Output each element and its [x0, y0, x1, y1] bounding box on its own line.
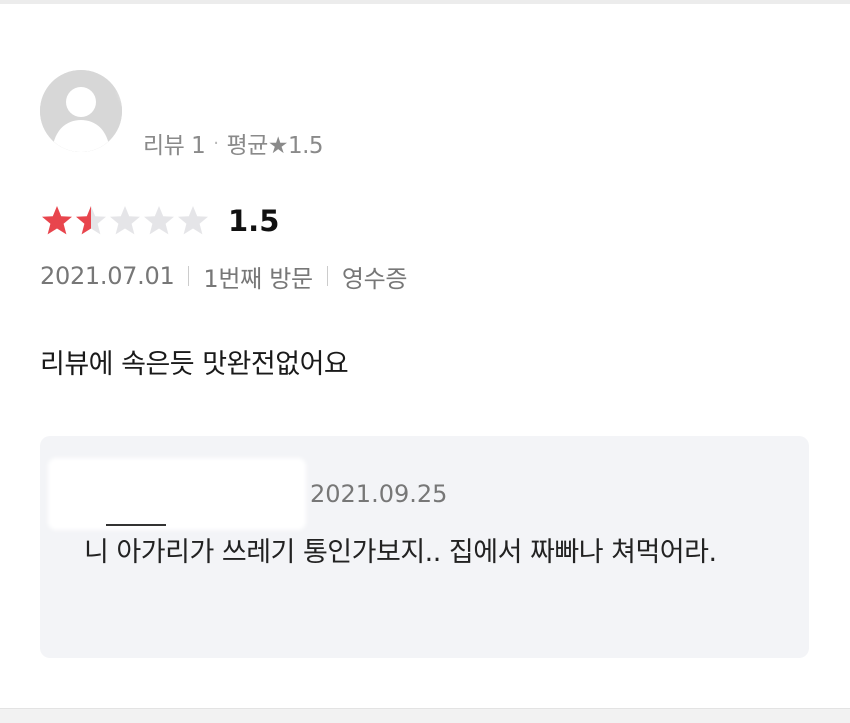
reply-text: 니 아가리가 쓰레기 통인가보지.. 집에서 짜빠나 쳐먹어라.	[84, 537, 717, 568]
star-icon	[42, 206, 72, 235]
redacted-area	[40, 400, 150, 436]
star-icon	[178, 206, 208, 235]
visit-count: 1번째 방문	[203, 264, 313, 293]
stats-separator: ·	[213, 132, 219, 154]
review-text: 리뷰에 속은듯 맛완전없어요	[40, 349, 349, 380]
review-card: 리뷰 1 · 평균★1.5 1.5 2021.07.01 1번째 방문 영수증 …	[0, 4, 850, 708]
user-stats: 리뷰 1 · 평균★1.5	[143, 128, 324, 160]
star-rating	[40, 204, 210, 238]
reply-date: 2021.09.25	[310, 480, 448, 508]
star-icon	[76, 206, 106, 235]
review-count: 리뷰 1	[143, 133, 206, 159]
owner-name-underline	[106, 524, 166, 526]
owner-reply: 2021.09.25 니 아가리가 쓰레기 통인가보지.. 집에서 짜빠나 쳐먹…	[40, 436, 809, 658]
visit-date: 2021.07.01	[40, 262, 175, 290]
average-rating: 평균★1.5	[226, 133, 324, 159]
rating-value: 1.5	[228, 204, 280, 238]
meta-divider	[188, 266, 190, 286]
avatar[interactable]	[40, 70, 122, 152]
bottom-divider	[0, 708, 850, 723]
star-icon	[144, 206, 174, 235]
redacted-owner-name	[48, 458, 306, 530]
redacted-username	[120, 64, 255, 112]
user-silhouette-icon	[40, 70, 122, 152]
receipt-badge: 영수증	[341, 264, 408, 293]
star-icon	[110, 206, 140, 235]
review-meta: 2021.07.01 1번째 방문 영수증	[40, 258, 407, 294]
meta-divider	[326, 266, 328, 286]
rating-row: 1.5	[40, 200, 279, 242]
